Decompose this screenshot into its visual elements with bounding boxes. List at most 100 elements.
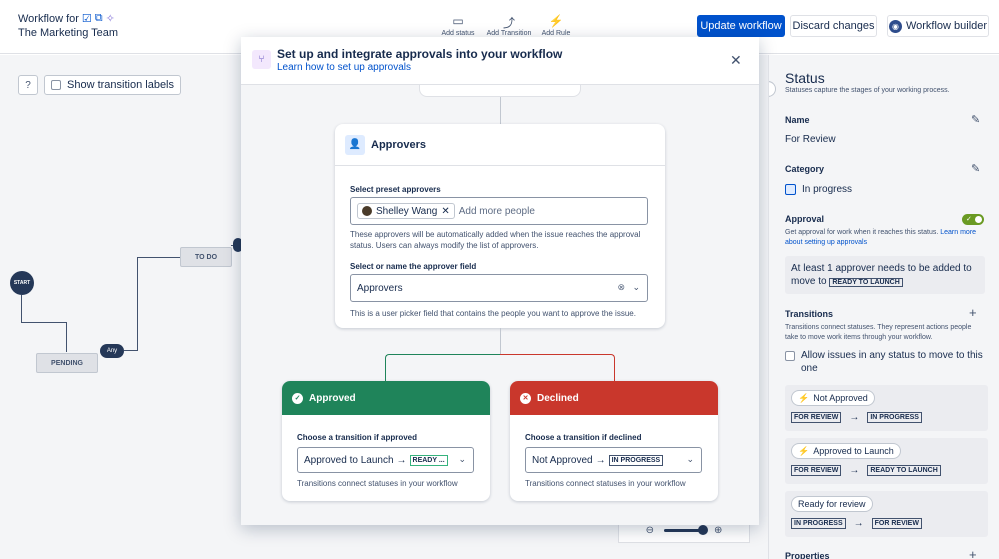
approval-branch-icon: ⑂	[252, 50, 271, 69]
transition-name: Approved to Launch	[813, 446, 894, 456]
approver-chip: Shelley Wang ✕	[357, 203, 455, 219]
declined-hint: Transitions connect statuses in your wor…	[525, 479, 686, 488]
clear-icon[interactable]: ⊗	[617, 282, 625, 293]
connector	[66, 322, 67, 352]
declined-transition-value: Not Approved	[532, 454, 593, 466]
transition-card[interactable]: Ready for review IN PROGRESS → FOR REVIE…	[785, 491, 988, 537]
show-transition-labels-toggle[interactable]: Show transition labels	[44, 75, 182, 95]
close-icon[interactable]: ✕	[730, 52, 742, 69]
x-circle-icon: ✕	[520, 392, 531, 404]
approved-branch-line	[385, 354, 501, 382]
panel-subtitle: Statuses capture the stages of your work…	[785, 87, 950, 94]
transition-path: FOR REVIEW → READY TO LAUNCH	[791, 465, 941, 476]
status-node-pending[interactable]: PENDING	[36, 353, 98, 373]
update-workflow-button[interactable]: Update workflow	[697, 15, 785, 37]
approved-transition-select[interactable]: Approved to Launch → READY ... ⌄	[297, 447, 474, 473]
check-circle-icon: ✓	[292, 392, 303, 404]
learn-approvals-link[interactable]: Learn how to set up approvals	[277, 62, 411, 73]
transition-name-chip: ⚡ Not Approved	[791, 390, 875, 406]
remove-chip-icon[interactable]: ✕	[441, 206, 449, 217]
edit-category-icon[interactable]: ✎	[971, 162, 980, 175]
builder-icon: ◉	[888, 19, 902, 33]
category-label: Category	[785, 164, 825, 174]
declined-branch-line	[500, 354, 615, 382]
edit-name-icon[interactable]: ✎	[971, 113, 980, 126]
arrow-right-icon: →	[849, 412, 860, 423]
discard-label: Discard changes	[792, 20, 875, 32]
allow-any-status-checkbox[interactable]	[785, 351, 795, 361]
approved-hint: Transitions connect statuses in your wor…	[297, 479, 458, 488]
add-transition-label: Add Transition	[486, 30, 532, 37]
approval-description: Get approval for work when it reaches th…	[785, 228, 985, 248]
approvers-card-header: 👤 Approvers	[335, 124, 665, 166]
approver-field-hint: This is a user picker field that contain…	[350, 309, 636, 318]
chevron-down-icon[interactable]: ⌄	[632, 282, 640, 293]
collapse-panel-button[interactable]: ›	[769, 81, 776, 97]
help-button[interactable]: ?	[18, 75, 38, 95]
transition-name: Ready for review	[798, 499, 866, 509]
arrow-right-icon: →	[853, 518, 864, 529]
category-color-icon	[785, 184, 796, 195]
add-property-icon[interactable]: +	[969, 547, 977, 559]
declined-title: Declined	[537, 392, 579, 404]
status-node-todo[interactable]: TO DO	[180, 247, 232, 267]
category-value: In progress	[785, 184, 852, 195]
zoom-out-icon[interactable]: ⊖	[646, 525, 654, 536]
approver-field-label: Select or name the approver field	[350, 262, 477, 271]
zoom-slider[interactable]	[664, 524, 708, 535]
properties-label: Properties	[785, 551, 830, 559]
subtask-icon: ⧉	[94, 12, 103, 24]
add-rule-tool[interactable]: ⚡ Add Rule	[531, 14, 581, 37]
discard-changes-button[interactable]: Discard changes	[790, 15, 877, 37]
approver-target-lozenge: READY TO LAUNCH	[829, 278, 903, 287]
declined-transition-select[interactable]: Not Approved → IN PROGRESS ⌄	[525, 447, 702, 473]
transition-card[interactable]: ⚡ Approved to Launch FOR REVIEW → READY …	[785, 438, 988, 484]
approver-warning: At least 1 approver needs to be added to…	[785, 256, 985, 294]
approval-toggle[interactable]: ✓	[962, 214, 984, 225]
rule-icon: ⚡	[548, 14, 564, 28]
declined-transition-label: Choose a transition if declined	[525, 433, 642, 442]
add-transition-icon[interactable]: +	[969, 305, 977, 320]
name-label: Name	[785, 115, 810, 125]
any-status-badge[interactable]: Any	[100, 344, 124, 358]
canvas-toolbar: ? Show transition labels	[18, 75, 182, 95]
workflow-builder-button[interactable]: ◉ Workflow builder	[887, 15, 989, 37]
avatar	[362, 206, 372, 216]
chevron-down-icon[interactable]: ⌄	[686, 454, 694, 465]
transitions-description: Transitions connect statuses. They repre…	[785, 324, 972, 341]
approver-field-select[interactable]: Approvers ⊗ ⌄	[350, 274, 648, 302]
status-panel: › Status Statuses capture the stages of …	[768, 55, 999, 559]
modal-header: ⑂ Set up and integrate approvals into yo…	[241, 37, 759, 85]
arrow-right-icon: →	[595, 454, 606, 466]
name-value: For Review	[785, 134, 836, 145]
zoom-slider-knob[interactable]	[698, 524, 708, 535]
approvers-card-title: Approvers	[371, 138, 427, 151]
approved-card-header: ✓ Approved	[282, 381, 490, 415]
allow-any-status-option[interactable]: Allow issues in any status to move to th…	[785, 349, 985, 375]
add-status-tool[interactable]: ▭ Add status	[433, 14, 483, 37]
status-icon: ▭	[452, 14, 464, 28]
arrow-right-icon: →	[849, 465, 860, 476]
connector	[137, 257, 180, 258]
show-labels-checkbox[interactable]	[51, 80, 61, 90]
approved-transition-value: Approved to Launch	[304, 454, 394, 466]
chevron-down-icon[interactable]: ⌄	[458, 454, 466, 465]
connector	[137, 257, 138, 351]
approver-chip-name: Shelley Wang	[376, 205, 438, 217]
previous-step-card	[419, 85, 581, 97]
zoom-in-icon[interactable]: ⊕	[714, 525, 722, 536]
connector	[124, 350, 138, 351]
declined-card-header: ✕ Declined	[510, 381, 718, 415]
add-transition-tool[interactable]: ⤴ Add Transition	[484, 14, 534, 37]
connector	[21, 322, 67, 323]
approved-title: Approved	[309, 392, 356, 404]
transition-name-chip: Ready for review	[791, 496, 873, 512]
start-node[interactable]: START	[10, 271, 34, 295]
transition-icon: ⤴	[502, 16, 515, 30]
transition-name-chip: ⚡ Approved to Launch	[791, 443, 901, 459]
help-icon: ?	[25, 79, 31, 91]
toggle-knob	[975, 216, 982, 223]
transition-card[interactable]: ⚡ Not Approved FOR REVIEW → IN PROGRESS	[785, 385, 988, 431]
from-status-lozenge: IN PROGRESS	[791, 518, 846, 529]
preset-approvers-input[interactable]: Shelley Wang ✕ Add more people	[350, 197, 648, 225]
